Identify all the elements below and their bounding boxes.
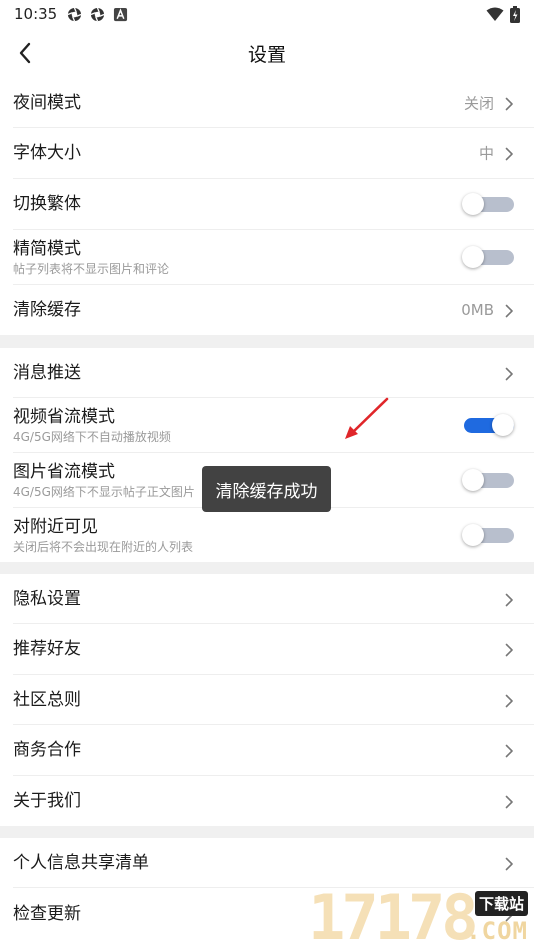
row-text: 切换繁体 bbox=[13, 193, 81, 215]
section-divider bbox=[0, 562, 534, 574]
row-text: 商务合作 bbox=[13, 739, 81, 761]
settings-row[interactable]: 清除缓存 0MB bbox=[13, 285, 534, 335]
toggle-knob bbox=[462, 469, 484, 491]
wifi-icon bbox=[486, 7, 504, 21]
row-label: 检查更新 bbox=[13, 903, 81, 924]
settings-row: 精简模式帖子列表将不显示图片和评论 bbox=[13, 230, 534, 285]
row-label: 关于我们 bbox=[13, 791, 81, 811]
section-divider bbox=[0, 335, 534, 348]
app-icon bbox=[67, 7, 82, 21]
row-label: 商务合作 bbox=[13, 740, 81, 760]
notification-a-icon bbox=[114, 7, 128, 21]
settings-row[interactable]: 隐私设置 bbox=[13, 574, 534, 624]
row-label: 清除缓存 bbox=[13, 300, 81, 320]
row-text: 推荐好友 bbox=[13, 638, 81, 660]
chevron-left-icon bbox=[19, 42, 31, 64]
row-text: 检查更新 bbox=[13, 903, 81, 925]
toggle-switch[interactable] bbox=[462, 246, 514, 268]
row-text: 清除缓存 bbox=[13, 299, 81, 321]
toggle-switch[interactable] bbox=[462, 414, 514, 436]
row-text: 夜间模式 bbox=[13, 92, 81, 114]
status-bar: 10:35 bbox=[0, 0, 534, 28]
chevron-right-icon bbox=[504, 642, 514, 657]
chevron-right-icon bbox=[504, 743, 514, 758]
watermark-suffix: .COM bbox=[466, 917, 528, 945]
back-button[interactable] bbox=[12, 40, 38, 66]
settings-row[interactable]: 社区总则 bbox=[13, 675, 534, 725]
watermark-number: 17178 bbox=[308, 881, 479, 950]
settings-row: 切换繁体 bbox=[13, 179, 534, 230]
toggle-knob bbox=[492, 414, 514, 436]
settings-row[interactable]: 推荐好友 bbox=[13, 624, 534, 675]
row-label: 视频省流模式 bbox=[13, 406, 115, 427]
app-icon bbox=[90, 7, 105, 21]
chevron-right-icon bbox=[504, 366, 514, 380]
row-value: 中 bbox=[478, 144, 494, 163]
row-label: 个人信息共享清单 bbox=[13, 852, 149, 873]
toggle-knob bbox=[462, 246, 484, 268]
toggle-knob bbox=[462, 524, 484, 546]
chevron-right-icon bbox=[504, 303, 514, 318]
toggle-switch[interactable] bbox=[462, 469, 514, 491]
settings-row[interactable]: 字体大小 中 bbox=[13, 128, 534, 179]
settings-row[interactable]: 关于我们 bbox=[13, 776, 534, 826]
toggle-switch[interactable] bbox=[462, 524, 514, 546]
row-text: 精简模式帖子列表将不显示图片和评论 bbox=[13, 238, 169, 277]
chevron-right-icon bbox=[504, 794, 514, 809]
row-label: 社区总则 bbox=[13, 689, 81, 710]
row-label: 精简模式 bbox=[13, 238, 81, 259]
toggle-knob bbox=[462, 193, 484, 215]
settings-row[interactable]: 消息推送 bbox=[13, 348, 534, 398]
row-value: 0MB bbox=[461, 301, 494, 319]
chevron-right-icon bbox=[504, 856, 514, 870]
row-text: 字体大小 bbox=[13, 142, 81, 164]
watermark-badge: 下载站 bbox=[474, 891, 528, 916]
row-text: 对附近可见关闭后将不会出现在附近的人列表 bbox=[13, 516, 193, 555]
page-title: 设置 bbox=[247, 43, 286, 66]
settings-row: 对附近可见关闭后将不会出现在附近的人列表 bbox=[13, 508, 534, 562]
row-subtitle: 4G/5G网络下不显示帖子正文图片 bbox=[13, 484, 195, 499]
watermark-logo: 17178 下载站 .COM bbox=[308, 885, 534, 950]
annotation-arrow-icon bbox=[345, 397, 389, 439]
row-text: 消息推送 bbox=[13, 362, 81, 384]
row-label: 隐私设置 bbox=[13, 588, 81, 609]
row-label: 消息推送 bbox=[13, 362, 81, 383]
toggle-switch[interactable] bbox=[462, 193, 514, 215]
app-header: 设置 bbox=[0, 28, 534, 78]
section-divider bbox=[0, 826, 534, 838]
row-label: 夜间模式 bbox=[13, 92, 81, 113]
settings-row[interactable]: 夜间模式 关闭 bbox=[13, 78, 534, 128]
row-subtitle: 帖子列表将不显示图片和评论 bbox=[13, 261, 170, 276]
settings-row: 视频省流模式 4G/5G网络下不自动播放视频 bbox=[13, 398, 534, 453]
chevron-right-icon bbox=[504, 96, 514, 110]
battery-charging-icon bbox=[510, 5, 520, 23]
settings-row[interactable]: 商务合作 bbox=[13, 725, 534, 776]
row-text: 图片省流模式 4G/5G网络下不显示帖子正文图片 bbox=[13, 461, 195, 500]
row-text: 社区总则 bbox=[13, 689, 81, 711]
row-subtitle: 4G/5G网络下不自动播放视频 bbox=[13, 429, 171, 444]
row-label: 对附近可见 bbox=[13, 516, 98, 537]
status-time: 10:35 bbox=[14, 5, 58, 23]
chevron-right-icon bbox=[504, 592, 514, 606]
row-text: 隐私设置 bbox=[13, 588, 81, 610]
row-label: 图片省流模式 bbox=[13, 461, 115, 482]
row-text: 视频省流模式 4G/5G网络下不自动播放视频 bbox=[13, 406, 171, 445]
row-label: 切换繁体 bbox=[13, 194, 81, 214]
row-label: 推荐好友 bbox=[13, 639, 81, 659]
row-text: 个人信息共享清单 bbox=[13, 852, 149, 874]
chevron-right-icon bbox=[504, 146, 514, 161]
row-subtitle: 关闭后将不会出现在附近的人列表 bbox=[13, 539, 194, 554]
row-label: 字体大小 bbox=[13, 143, 81, 163]
row-text: 关于我们 bbox=[13, 790, 81, 812]
row-value: 关闭 bbox=[463, 94, 494, 112]
toast-message: 清除缓存成功 bbox=[202, 466, 331, 512]
chevron-right-icon bbox=[504, 693, 514, 707]
